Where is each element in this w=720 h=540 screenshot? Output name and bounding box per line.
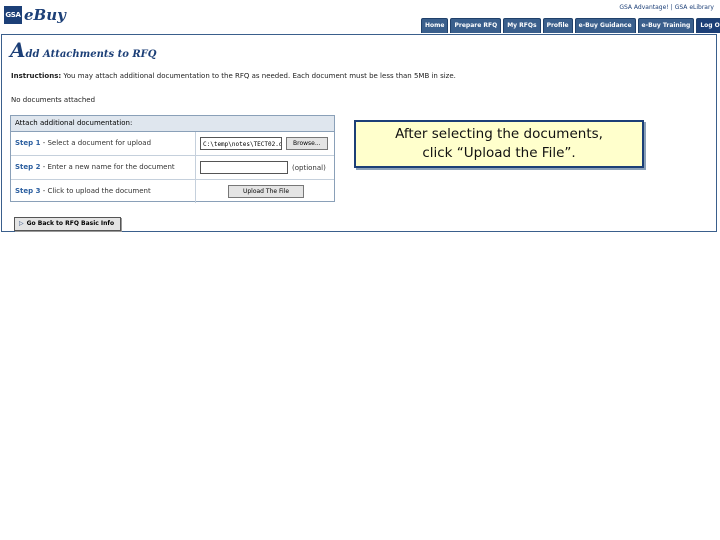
step3-text: - Click to upload the document bbox=[40, 187, 151, 195]
step3-number: Step 3 bbox=[15, 187, 41, 195]
step3-controls: Upload The File bbox=[196, 180, 334, 203]
back-to-rfq-button[interactable]: ▷ Go Back to RFQ Basic Info bbox=[14, 217, 122, 231]
step2-row: Step 2 - Enter a new name for the docume… bbox=[11, 156, 334, 180]
page-title-text: dd Attachments to RFQ bbox=[25, 49, 157, 60]
step2-number: Step 2 bbox=[15, 163, 41, 171]
tab-profile[interactable]: Profile bbox=[542, 18, 573, 33]
ebuy-logo-text: eBuy bbox=[24, 6, 66, 24]
page-title: Add Attachments to RFQ bbox=[10, 38, 157, 62]
step3-label: Step 3 - Click to upload the document bbox=[11, 180, 196, 203]
callout-line1: After selecting the documents, bbox=[395, 126, 603, 142]
optional-label: (optional) bbox=[292, 163, 326, 172]
back-button-label: Go Back to RFQ Basic Info bbox=[26, 220, 115, 227]
tab-ebuy-training[interactable]: e-Buy Training bbox=[637, 18, 695, 33]
file-path-input[interactable]: C:\temp\notes\TECT02.doc bbox=[200, 137, 282, 150]
instructions-text: Instructions: You may attach additional … bbox=[11, 72, 456, 80]
tab-prepare-rfq[interactable]: Prepare RFQ bbox=[450, 18, 502, 33]
instructions-body: You may attach additional documentation … bbox=[61, 72, 456, 80]
gsa-logo-mark: GSA bbox=[4, 6, 22, 24]
page-title-initial: A bbox=[10, 38, 26, 62]
instructions-label: Instructions: bbox=[11, 72, 62, 80]
tab-my-rfqs[interactable]: My RFQs bbox=[503, 18, 541, 33]
browse-button[interactable]: Browse... bbox=[286, 137, 328, 150]
attachment-table-header: Attach additional documentation: bbox=[11, 116, 334, 132]
step1-controls: C:\temp\notes\TECT02.doc Browse... bbox=[196, 132, 334, 155]
step1-row: Step 1 - Select a document for upload C:… bbox=[11, 132, 334, 156]
tutorial-callout: After selecting the documents, click “Up… bbox=[354, 120, 644, 168]
step2-text: - Enter a new name for the document bbox=[40, 163, 175, 171]
play-arrow-icon: ▷ bbox=[19, 220, 24, 227]
step1-text: - Select a document for upload bbox=[40, 139, 152, 147]
step3-row: Step 3 - Click to upload the document Up… bbox=[11, 180, 334, 203]
tab-home[interactable]: Home bbox=[421, 18, 449, 33]
top-links: GSA Advantage! | GSA eLibrary bbox=[617, 4, 716, 11]
main-nav: Home Prepare RFQ My RFQs Profile e-Buy G… bbox=[421, 18, 720, 33]
tab-ebuy-guidance[interactable]: e-Buy Guidance bbox=[574, 18, 636, 33]
no-documents-message: No documents attached bbox=[11, 96, 96, 104]
ebuy-logo[interactable]: GSA eBuy bbox=[4, 6, 66, 24]
callout-line2: click “Upload the File”. bbox=[422, 145, 576, 161]
link-gsa-advantage[interactable]: GSA Advantage! bbox=[617, 4, 670, 11]
step2-label: Step 2 - Enter a new name for the docume… bbox=[11, 156, 196, 179]
link-gsa-elibrary[interactable]: GSA eLibrary bbox=[673, 4, 716, 11]
document-name-input[interactable] bbox=[200, 161, 288, 174]
step1-label: Step 1 - Select a document for upload bbox=[11, 132, 196, 155]
tab-log-off[interactable]: Log Off bbox=[696, 18, 720, 33]
site-header: GSA eBuy GSA Advantage! | GSA eLibrary Hom… bbox=[0, 0, 720, 36]
attachment-table: Attach additional documentation: Step 1 … bbox=[10, 115, 335, 203]
upload-file-button[interactable]: Upload The File bbox=[228, 185, 304, 198]
step2-controls: (optional) bbox=[196, 156, 334, 179]
step1-number: Step 1 bbox=[15, 139, 41, 147]
